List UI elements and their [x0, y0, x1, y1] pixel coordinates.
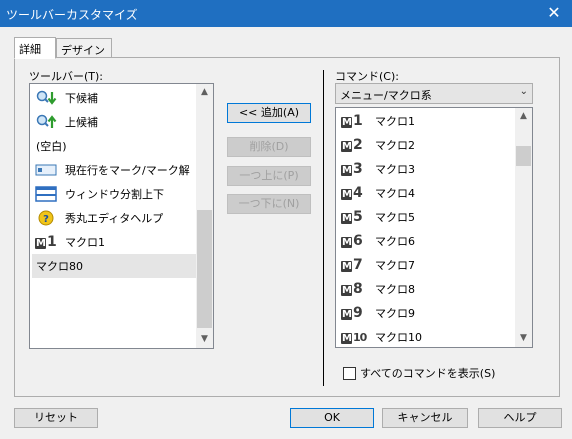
command-list-item[interactable]: M 3 マクロ3 — [338, 157, 514, 181]
scroll-up-icon[interactable]: ▲ — [196, 84, 213, 101]
move-down-button[interactable]: 一つ下に(N) — [227, 194, 311, 214]
command-listbox[interactable]: M 1 マクロ1 M 2 マクロ2 M 3 マクロ3 M 4 マクロ4 M 5 マクロ5 M 6 マクロ6 M 7 マク… — [335, 107, 533, 348]
toolbar-list-item[interactable]: (空白) — [32, 134, 196, 158]
search-up-icon — [35, 113, 57, 131]
toolbar-list-item-label: マクロ80 — [36, 260, 83, 273]
toolbar-list-item[interactable]: ? 秀丸エディタヘルプ — [32, 206, 196, 230]
macro-icon: M3 — [341, 161, 363, 177]
command-list-item[interactable]: M 10 マクロ10 — [338, 325, 514, 347]
tab-design[interactable]: デザイン — [56, 38, 112, 58]
toolbar-list-item[interactable]: ウィンドウ分割上下 — [32, 182, 196, 206]
show-all-commands-checkbox-row[interactable]: すべてのコマンドを表示(S) — [343, 365, 495, 381]
toolbar-list-item-label: 現在行をマーク/マーク解 — [65, 164, 190, 177]
window-title: ツールバーカスタマイズ — [6, 8, 138, 22]
toolbar-list-item-label: (空白) — [36, 140, 67, 153]
command-list-item[interactable]: M 1 マクロ1 — [338, 109, 514, 133]
macro-icon: M7 — [341, 257, 363, 273]
command-list-item[interactable]: M 9 マクロ9 — [338, 301, 514, 325]
command-category-value: メニュー/マクロ系 — [340, 89, 432, 102]
show-all-commands-checkbox[interactable] — [343, 366, 356, 380]
command-list-item[interactable]: M 4 マクロ4 — [338, 181, 514, 205]
help-icon: ? — [35, 209, 57, 227]
macro-icon: M5 — [341, 209, 363, 225]
ok-button[interactable]: OK — [290, 408, 374, 428]
svg-text:?: ? — [43, 214, 49, 225]
mark-line-icon — [35, 161, 57, 179]
macro-icon: M2 — [341, 137, 363, 153]
command-list-item-label: マクロ4 — [375, 187, 415, 200]
toolbar-list-scrollbar[interactable]: ▲ ▼ — [196, 84, 213, 348]
macro-1-icon: M1 — [35, 234, 57, 250]
toolbar-list-label: ツールバー(T): — [29, 70, 104, 83]
macro-icon: M6 — [341, 233, 363, 249]
command-list-item-label: マクロ9 — [375, 307, 415, 320]
split-window-icon — [35, 185, 57, 203]
command-list-item-label: マクロ6 — [375, 235, 415, 248]
command-list-scrollbar[interactable]: ▲ ▼ — [515, 108, 532, 347]
toolbar-list-item-label: 上候補 — [65, 116, 98, 129]
scroll-thumb[interactable] — [197, 210, 212, 328]
macro-icon: M8 — [341, 281, 363, 297]
toolbar-list-item-label: マクロ1 — [65, 236, 105, 249]
chevron-down-icon: ⌄ — [519, 86, 528, 97]
toolbar-list-item[interactable]: マクロ80 — [32, 254, 196, 278]
cancel-button[interactable]: キャンセル — [382, 408, 468, 428]
command-list-item[interactable]: M 6 マクロ6 — [338, 229, 514, 253]
separator-line — [323, 70, 324, 386]
tab-panel: ツールバー(T): 下候補上候補 (空白) 現在行をマーク/マーク解 ウィンドウ分割上… — [14, 57, 560, 397]
command-list-item[interactable]: M 2 マクロ2 — [338, 133, 514, 157]
scroll-thumb[interactable] — [516, 146, 531, 166]
macro-icon: M1 — [341, 113, 363, 129]
command-category-select[interactable]: メニュー/マクロ系 ⌄ — [335, 83, 533, 104]
search-down-icon — [35, 89, 57, 107]
toolbar-list-item[interactable]: 上候補 — [32, 110, 196, 134]
toolbar-list-item-label: 下候補 — [65, 92, 98, 105]
command-list-item[interactable]: M 7 マクロ7 — [338, 253, 514, 277]
toolbar-list-item-label: 秀丸エディタヘルプ — [65, 212, 164, 225]
reset-button[interactable]: リセット — [14, 408, 98, 428]
delete-button[interactable]: 削除(D) — [227, 137, 311, 157]
toolbar-list-item[interactable]: M 1 マクロ1 — [32, 230, 196, 254]
toolbar-list-item[interactable]: 現在行をマーク/マーク解 — [32, 158, 196, 182]
command-list-item-label: マクロ1 — [375, 115, 415, 128]
title-bar: ツールバーカスタマイズ ✕ — [0, 0, 572, 27]
command-list-item[interactable]: M 8 マクロ8 — [338, 277, 514, 301]
toolbar-list-item-label: ウィンドウ分割上下 — [65, 188, 164, 201]
show-all-commands-label: すべてのコマンドを表示(S) — [360, 367, 496, 380]
tab-details[interactable]: 詳細 — [14, 37, 56, 59]
command-list-item-label: マクロ3 — [375, 163, 415, 176]
move-up-button[interactable]: 一つ上に(P) — [227, 166, 311, 186]
command-list-item-label: マクロ5 — [375, 211, 415, 224]
macro-icon: M9 — [341, 305, 363, 321]
command-list-item-label: マクロ2 — [375, 139, 415, 152]
command-list-item-label: マクロ10 — [375, 331, 422, 344]
scroll-down-icon[interactable]: ▼ — [515, 330, 532, 347]
close-icon[interactable]: ✕ — [536, 0, 572, 27]
macro-icon: M4 — [341, 185, 363, 201]
macro-icon: M 10 — [341, 331, 367, 344]
help-button[interactable]: ヘルプ — [478, 408, 562, 428]
command-list-label: コマンド(C): — [335, 70, 399, 83]
scroll-down-icon[interactable]: ▼ — [196, 331, 213, 348]
command-list-item-label: マクロ8 — [375, 283, 415, 296]
command-list-item-label: マクロ7 — [375, 259, 415, 272]
add-button[interactable]: << 追加(A) — [227, 103, 311, 123]
scroll-up-icon[interactable]: ▲ — [515, 108, 532, 125]
command-list-item[interactable]: M 5 マクロ5 — [338, 205, 514, 229]
toolbar-listbox[interactable]: 下候補 上候補 (空白) 現在行をマーク/マーク解 ウィンドウ分割上下? 秀丸エディタヘル… — [29, 83, 214, 349]
toolbar-list-item[interactable]: 下候補 — [32, 86, 196, 110]
